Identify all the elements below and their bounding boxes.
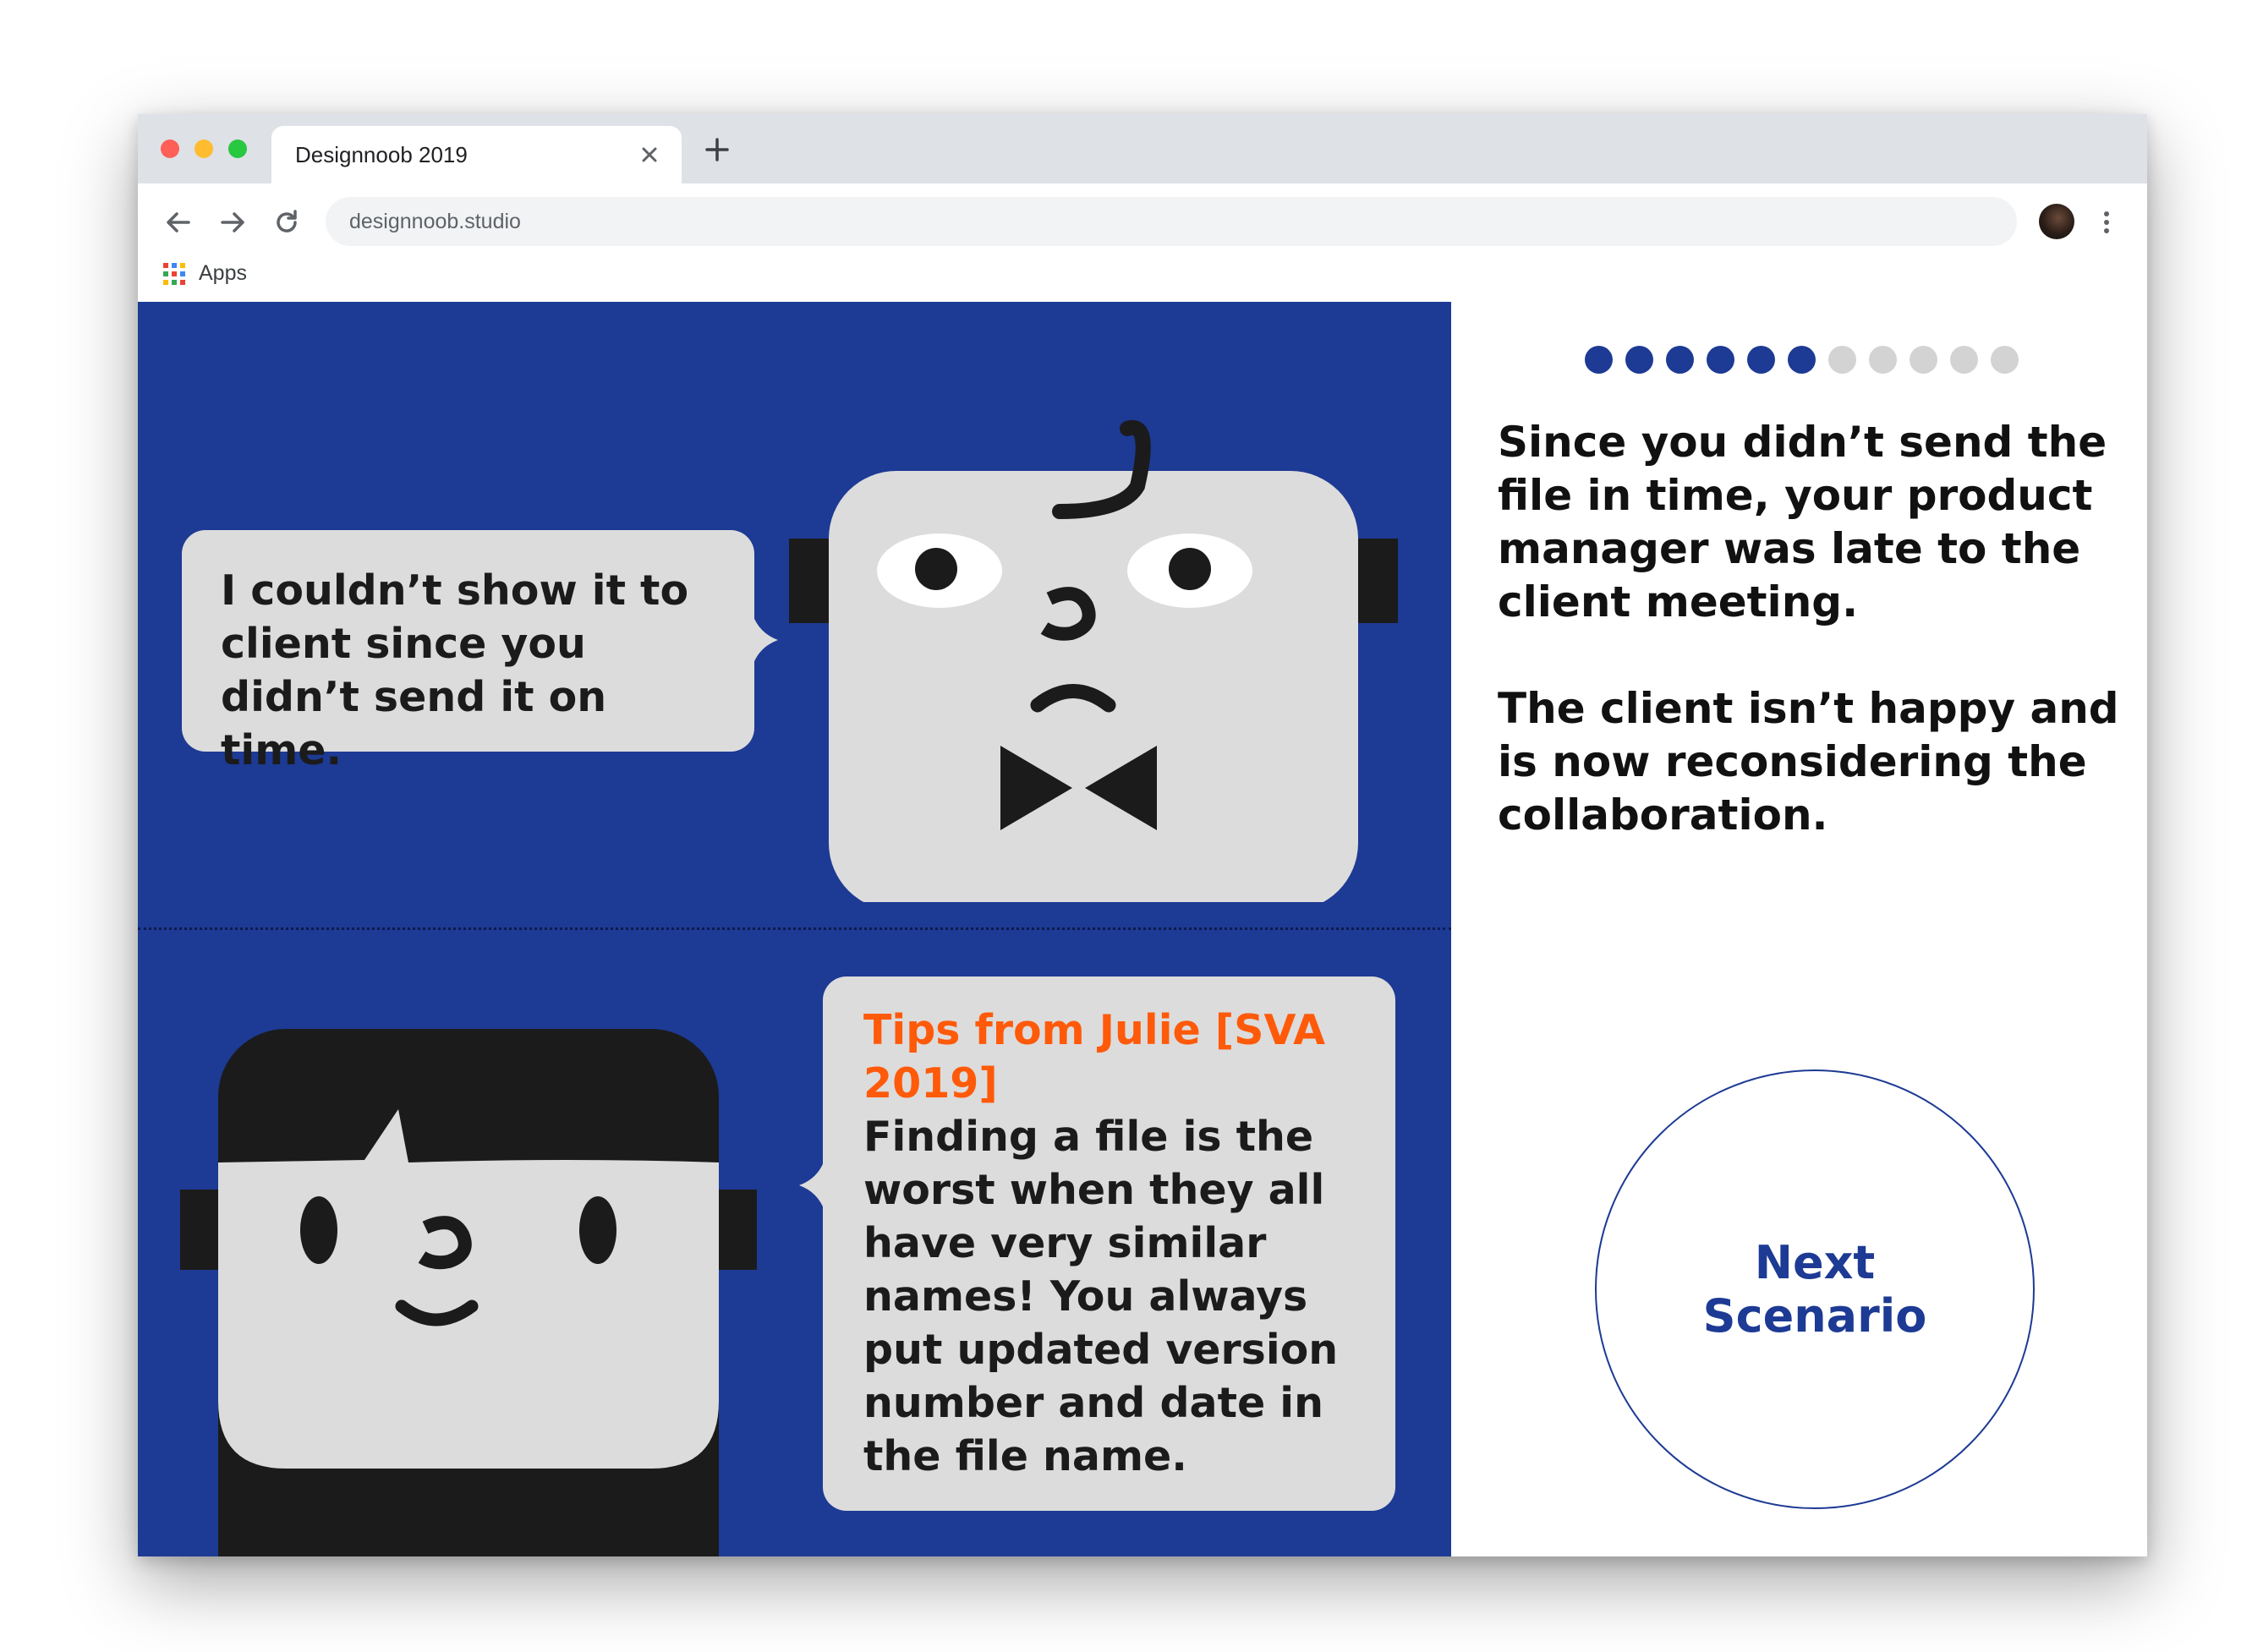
tab-title: Designnoob 2019 <box>295 142 468 167</box>
story-paragraph: Since you didn’t send the file in time, … <box>1498 418 2107 626</box>
next-scenario-button[interactable]: Next Scenario <box>1595 1069 2035 1509</box>
apps-grid-icon <box>163 263 185 285</box>
progress-dot-complete <box>1707 346 1734 374</box>
back-arrow-icon[interactable] <box>158 202 199 243</box>
comic-panel: I couldn’t show it to client since you d… <box>138 302 1451 1556</box>
progress-dot-pending <box>1869 346 1897 374</box>
speech-bubble-text: I couldn’t show it to client since you d… <box>221 566 689 774</box>
tab-strip: Designnoob 2019 <box>138 114 2147 183</box>
progress-dot-pending <box>1828 346 1856 374</box>
plus-icon[interactable] <box>699 131 736 168</box>
tip-bubble: Tips from Julie [SVA 2019] Finding a fil… <box>823 976 1395 1511</box>
minimize-window-button[interactable] <box>195 139 213 158</box>
reload-icon[interactable] <box>266 202 307 243</box>
progress-dot-complete <box>1788 346 1816 374</box>
more-menu-icon[interactable] <box>2098 202 2115 243</box>
manager-character <box>789 419 1398 902</box>
progress-dot-pending <box>1991 346 2019 374</box>
progress-dot-pending <box>1950 346 1978 374</box>
apps-label: Apps <box>199 261 247 285</box>
designer-character <box>180 1029 757 1556</box>
progress-dot-complete <box>1666 346 1694 374</box>
tip-heading: Tips from Julie [SVA 2019] <box>863 1006 1325 1108</box>
tip-body: Finding a file is the worst when they al… <box>863 1113 1339 1480</box>
close-icon[interactable] <box>633 138 666 172</box>
scenario-panel: Since you didn’t send the file in time, … <box>1451 302 2147 1556</box>
address-bar[interactable]: designnoob.studio <box>326 197 2017 246</box>
avatar[interactable] <box>2039 204 2074 239</box>
panel-divider <box>138 927 1451 930</box>
tab-designnoob[interactable]: Designnoob 2019 <box>271 126 682 183</box>
progress-dot-complete <box>1747 346 1775 374</box>
progress-dot-complete <box>1585 346 1613 374</box>
next-scenario-label: Next Scenario <box>1702 1236 1927 1343</box>
close-window-button[interactable] <box>161 139 179 158</box>
progress-dot-pending <box>1910 346 1937 374</box>
progress-dot-complete <box>1625 346 1653 374</box>
browser-toolbar: designnoob.studio Apps <box>138 183 2147 302</box>
address-text: designnoob.studio <box>349 210 521 233</box>
speech-bubble-manager: I couldn’t show it to client since you d… <box>182 530 754 774</box>
maximize-window-button[interactable] <box>228 139 247 158</box>
forward-arrow-icon[interactable] <box>212 202 253 243</box>
tip-bubble-tail <box>799 1160 825 1211</box>
browser-window: Designnoob 2019 designnoob.studio Apps I… <box>138 114 2147 1556</box>
story-text: Since you didn’t send the file in time, … <box>1498 416 2123 895</box>
story-paragraph: The client isn’t happy and is now recons… <box>1498 684 2119 840</box>
speech-bubble-tail <box>753 615 778 665</box>
page-content: I couldn’t show it to client since you d… <box>138 302 2147 1556</box>
